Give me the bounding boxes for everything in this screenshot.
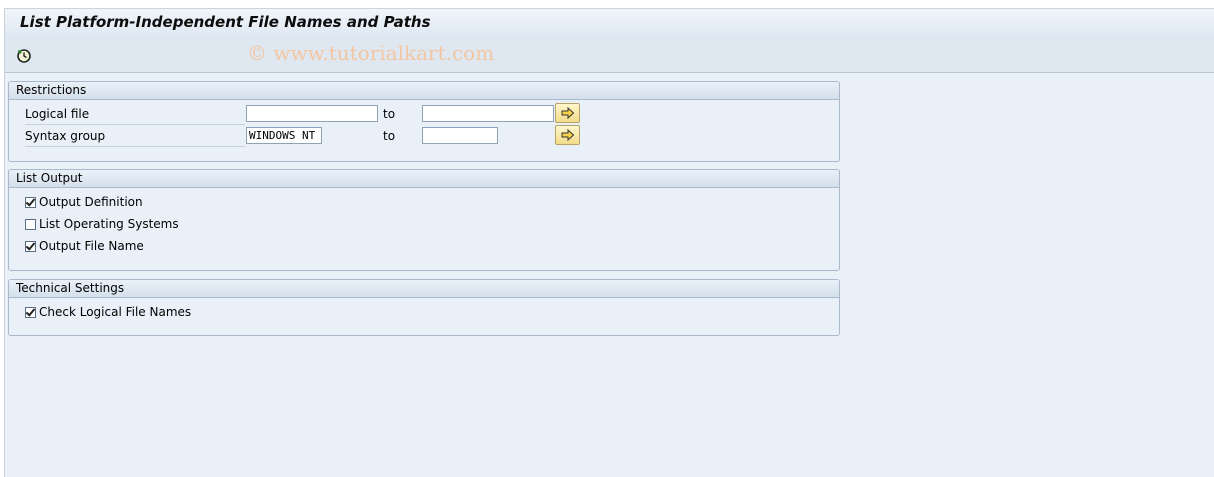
output-definition-label: Output Definition	[39, 195, 143, 209]
list-output-group: List Output Output Definition List Opera…	[8, 169, 840, 271]
output-file-name-label: Output File Name	[39, 239, 144, 253]
multiple-selection-arrow-icon	[561, 107, 574, 119]
execute-clock-icon	[17, 49, 31, 63]
technical-settings-group: Technical Settings Check Logical File Na…	[8, 279, 840, 336]
logical-file-label: Logical file	[25, 105, 245, 125]
output-file-name-checkbox[interactable]	[25, 240, 36, 252]
syntax-group-label: Syntax group	[25, 127, 245, 147]
page-title: List Platform-Independent File Names and…	[20, 13, 431, 31]
list-operating-systems-checkbox[interactable]	[25, 218, 36, 230]
application-toolbar: © www.tutorialkart.com	[5, 39, 1214, 73]
check-logical-file-names-label: Check Logical File Names	[39, 305, 192, 319]
syntax-group-to-input[interactable]	[422, 127, 498, 144]
syntax-group-from-input[interactable]	[246, 127, 322, 144]
logical-file-row: Logical file to	[9, 103, 839, 125]
restrictions-header: Restrictions	[9, 82, 839, 100]
list-output-header: List Output	[9, 170, 839, 188]
syntax-group-multiple-selection-button[interactable]	[555, 125, 580, 145]
output-definition-option[interactable]: Output Definition	[25, 193, 143, 211]
syntax-group-row: Syntax group to	[9, 125, 839, 147]
logical-file-from-input[interactable]	[246, 105, 378, 122]
multiple-selection-arrow-icon	[561, 129, 574, 141]
execute-button[interactable]	[14, 46, 34, 66]
syntax-group-to-label: to	[383, 129, 396, 143]
logical-file-to-label: to	[383, 107, 396, 121]
check-logical-file-names-option[interactable]: Check Logical File Names	[25, 303, 191, 321]
sap-screen: List Platform-Independent File Names and…	[4, 8, 1214, 477]
title-bar: List Platform-Independent File Names and…	[5, 8, 1214, 40]
logical-file-to-input[interactable]	[422, 105, 554, 122]
technical-settings-header: Technical Settings	[9, 280, 839, 298]
restrictions-group: Restrictions Logical file to Syntax grou…	[8, 81, 840, 162]
watermark: © www.tutorialkart.com	[247, 41, 495, 65]
check-logical-file-names-checkbox[interactable]	[25, 306, 36, 318]
output-file-name-option[interactable]: Output File Name	[25, 237, 144, 255]
output-definition-checkbox[interactable]	[25, 196, 36, 208]
logical-file-multiple-selection-button[interactable]	[555, 103, 580, 123]
list-operating-systems-option[interactable]: List Operating Systems	[25, 215, 179, 233]
list-operating-systems-label: List Operating Systems	[39, 217, 179, 231]
